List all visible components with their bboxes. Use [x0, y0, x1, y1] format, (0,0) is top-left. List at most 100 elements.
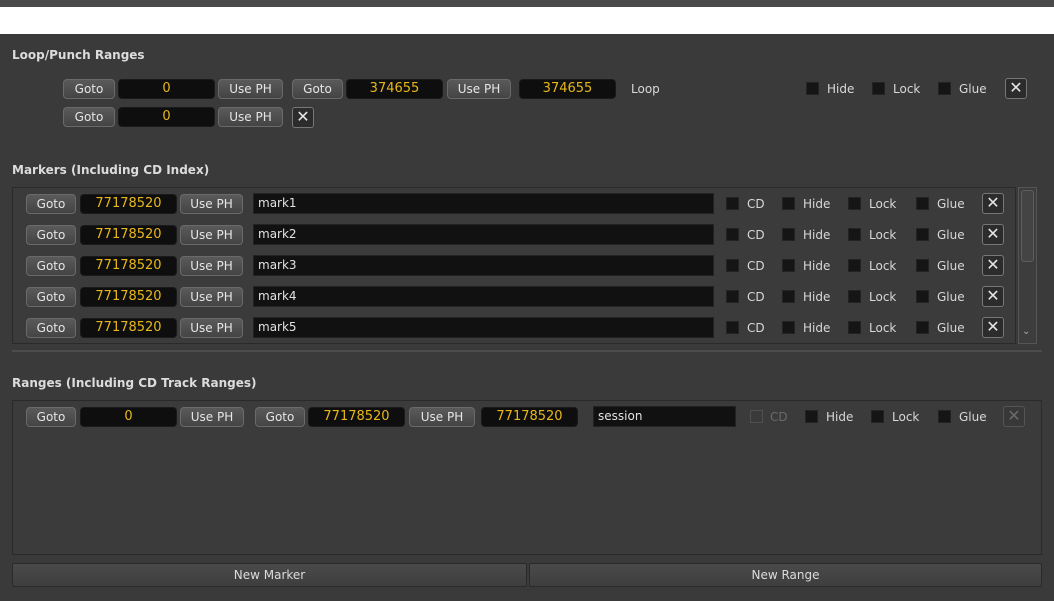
- marker-hide-checkbox[interactable]: [782, 290, 795, 303]
- marker-lock-label: Lock: [869, 228, 897, 242]
- marker-cd-checkbox[interactable]: [726, 228, 739, 241]
- punch-start-use-playhead-button[interactable]: Use PH: [218, 107, 283, 127]
- marker-hide-checkbox[interactable]: [782, 321, 795, 334]
- loop-glue-label: Glue: [959, 82, 987, 96]
- marker-lock-checkbox[interactable]: [848, 228, 861, 241]
- marker-use-playhead-button[interactable]: Use PH: [180, 194, 243, 214]
- marker-position-clock[interactable]: 77178520: [80, 194, 177, 214]
- loop-end-clock[interactable]: 374655: [346, 79, 443, 99]
- loop-name-label: Loop: [631, 82, 660, 96]
- marker-glue-checkbox[interactable]: [916, 259, 929, 272]
- close-icon: ✕: [986, 255, 1000, 274]
- marker-remove-button[interactable]: ✕: [982, 255, 1004, 276]
- range-start-use-playhead-button[interactable]: Use PH: [180, 407, 244, 427]
- marker-glue-label: Glue: [937, 321, 965, 335]
- loop-start-goto-button[interactable]: Goto: [63, 79, 115, 99]
- marker-cd-checkbox[interactable]: [726, 197, 739, 210]
- loop-lock-label: Lock: [893, 82, 921, 96]
- range-start-clock[interactable]: 0: [80, 407, 177, 427]
- marker-position-clock[interactable]: 77178520: [80, 318, 177, 338]
- range-end-use-playhead-button[interactable]: Use PH: [409, 407, 475, 427]
- marker-remove-button[interactable]: ✕: [982, 317, 1004, 338]
- loop-remove-button[interactable]: ✕: [1005, 78, 1027, 99]
- marker-lock-label: Lock: [869, 290, 897, 304]
- loop-hide-checkbox[interactable]: [806, 82, 819, 95]
- marker-lock-checkbox[interactable]: [848, 290, 861, 303]
- marker-goto-button[interactable]: Goto: [26, 287, 76, 307]
- marker-glue-label: Glue: [937, 290, 965, 304]
- marker-name-field[interactable]: mark5: [253, 317, 714, 338]
- marker-hide-checkbox[interactable]: [782, 259, 795, 272]
- loop-end-use-playhead-button[interactable]: Use PH: [447, 79, 511, 99]
- marker-hide-label: Hide: [803, 321, 831, 335]
- loop-punch-title: Loop/Punch Ranges: [12, 48, 145, 62]
- marker-remove-button[interactable]: ✕: [982, 286, 1004, 307]
- range-cd-checkbox: [750, 410, 763, 423]
- punch-start-clock[interactable]: 0: [118, 107, 215, 127]
- marker-name-field[interactable]: mark3: [253, 255, 714, 276]
- marker-cd-label: CD: [747, 321, 765, 335]
- scrollbar-thumb[interactable]: [1021, 190, 1034, 262]
- marker-lock-label: Lock: [869, 321, 897, 335]
- range-length-clock[interactable]: 77178520: [481, 407, 578, 427]
- marker-use-playhead-button[interactable]: Use PH: [180, 256, 243, 276]
- marker-cd-checkbox[interactable]: [726, 259, 739, 272]
- marker-lock-checkbox[interactable]: [848, 197, 861, 210]
- marker-cd-label: CD: [747, 259, 765, 273]
- close-icon: ✕: [1009, 78, 1023, 97]
- close-icon: ✕: [986, 193, 1000, 212]
- close-icon: ✕: [986, 286, 1000, 305]
- marker-lock-checkbox[interactable]: [848, 321, 861, 334]
- range-glue-label: Glue: [959, 410, 987, 424]
- marker-goto-button[interactable]: Goto: [26, 256, 76, 276]
- loop-start-clock[interactable]: 0: [118, 79, 215, 99]
- markers-scrollbar[interactable]: ⌄: [1018, 187, 1037, 344]
- marker-name-field[interactable]: mark4: [253, 286, 714, 307]
- marker-remove-button[interactable]: ✕: [982, 193, 1004, 214]
- marker-lock-checkbox[interactable]: [848, 259, 861, 272]
- punch-remove-button[interactable]: ✕: [292, 107, 314, 128]
- close-icon: ✕: [986, 317, 1000, 336]
- chevron-down-icon[interactable]: ⌄: [1022, 326, 1030, 337]
- marker-glue-checkbox[interactable]: [916, 290, 929, 303]
- range-end-clock[interactable]: 77178520: [308, 407, 405, 427]
- marker-remove-button[interactable]: ✕: [982, 224, 1004, 245]
- range-lock-checkbox[interactable]: [871, 410, 884, 423]
- new-range-button[interactable]: New Range: [529, 563, 1042, 587]
- marker-use-playhead-button[interactable]: Use PH: [180, 225, 243, 245]
- marker-hide-checkbox[interactable]: [782, 228, 795, 241]
- range-end-goto-button[interactable]: Goto: [255, 407, 305, 427]
- loop-hide-label: Hide: [827, 82, 855, 96]
- punch-start-goto-button[interactable]: Goto: [63, 107, 115, 127]
- loop-start-use-playhead-button[interactable]: Use PH: [218, 79, 283, 99]
- marker-use-playhead-button[interactable]: Use PH: [180, 287, 243, 307]
- range-hide-checkbox[interactable]: [805, 410, 818, 423]
- marker-hide-checkbox[interactable]: [782, 197, 795, 210]
- marker-name-field[interactable]: mark1: [253, 193, 714, 214]
- marker-goto-button[interactable]: Goto: [26, 225, 76, 245]
- marker-goto-button[interactable]: Goto: [26, 318, 76, 338]
- loop-end-goto-button[interactable]: Goto: [292, 79, 343, 99]
- range-start-goto-button[interactable]: Goto: [26, 407, 76, 427]
- range-glue-checkbox[interactable]: [938, 410, 951, 423]
- close-icon: ✕: [1007, 406, 1021, 425]
- marker-cd-checkbox[interactable]: [726, 290, 739, 303]
- marker-position-clock[interactable]: 77178520: [80, 256, 177, 276]
- section-divider: [12, 350, 1042, 352]
- markers-title: Markers (Including CD Index): [12, 163, 210, 177]
- marker-glue-checkbox[interactable]: [916, 228, 929, 241]
- marker-cd-checkbox[interactable]: [726, 321, 739, 334]
- loop-glue-checkbox[interactable]: [938, 82, 951, 95]
- marker-position-clock[interactable]: 77178520: [80, 225, 177, 245]
- marker-goto-button[interactable]: Goto: [26, 194, 76, 214]
- marker-name-field[interactable]: mark2: [253, 224, 714, 245]
- loop-length-clock[interactable]: 374655: [519, 79, 616, 99]
- range-name-field[interactable]: session: [593, 406, 736, 427]
- new-marker-button[interactable]: New Marker: [12, 563, 527, 587]
- marker-glue-checkbox[interactable]: [916, 321, 929, 334]
- marker-use-playhead-button[interactable]: Use PH: [180, 318, 243, 338]
- loop-lock-checkbox[interactable]: [872, 82, 885, 95]
- marker-position-clock[interactable]: 77178520: [80, 287, 177, 307]
- marker-glue-checkbox[interactable]: [916, 197, 929, 210]
- marker-glue-label: Glue: [937, 259, 965, 273]
